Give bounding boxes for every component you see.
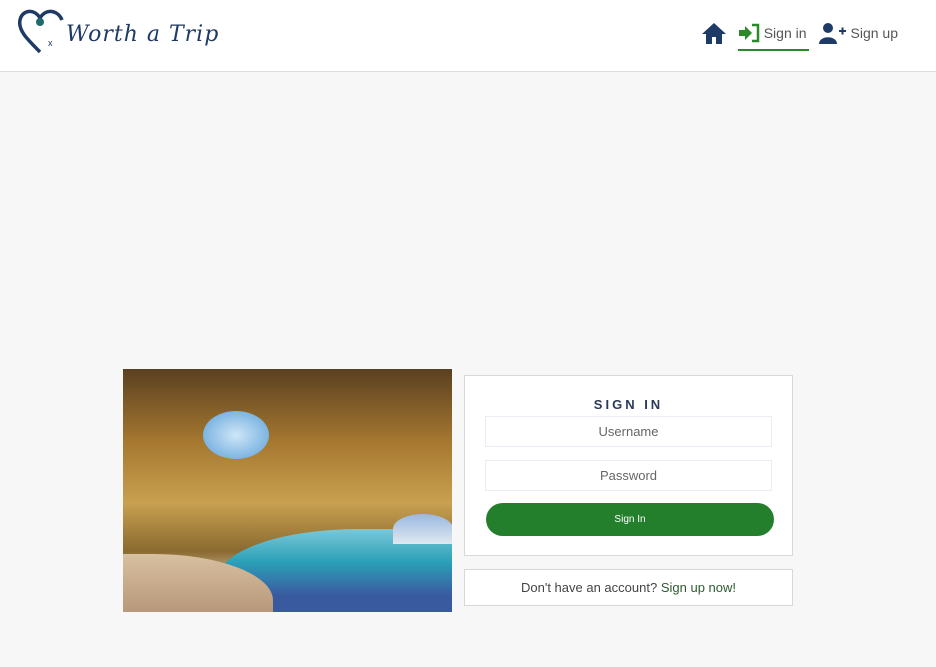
nav-signup-label: Sign up xyxy=(850,25,898,41)
sign-in-icon xyxy=(738,23,759,43)
nav-signup[interactable]: Sign up xyxy=(818,18,898,48)
signup-link[interactable]: Sign up now! xyxy=(661,580,736,595)
sea-cave-photo xyxy=(123,369,452,612)
nav-signin[interactable]: Sign in xyxy=(737,18,809,51)
password-input[interactable] xyxy=(485,460,772,491)
logo-text: Worth a Trip xyxy=(66,21,220,47)
sign-in-button[interactable]: Sign In xyxy=(486,503,774,536)
signin-card: SIGN IN Sign In xyxy=(464,375,793,556)
username-input[interactable] xyxy=(485,416,772,447)
logo[interactable]: x Worth a Trip xyxy=(18,8,219,56)
signup-prompt-text: Don't have an account? xyxy=(521,580,658,595)
signin-title: SIGN IN xyxy=(593,397,664,412)
header: x Worth a Trip Sign in Sign up xyxy=(0,0,936,72)
nav-signin-label: Sign in xyxy=(763,25,807,41)
signup-prompt: Don't have an account? Sign up now! xyxy=(464,569,793,606)
nav-home[interactable] xyxy=(701,18,726,48)
heart-logo-icon: x xyxy=(18,9,64,54)
main-nav: Sign in Sign up xyxy=(701,18,898,51)
home-icon xyxy=(701,23,726,44)
user-plus-icon xyxy=(818,23,846,44)
svg-text:x: x xyxy=(48,38,53,48)
